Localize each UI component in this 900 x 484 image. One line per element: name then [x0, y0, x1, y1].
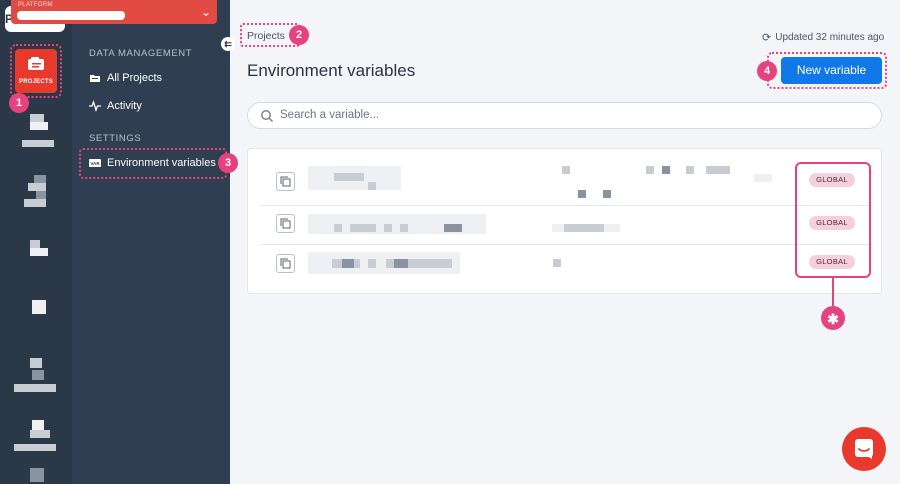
scope-badge-global: GLOBAL — [809, 255, 855, 269]
copy-icon[interactable] — [276, 214, 295, 233]
activity-icon — [89, 100, 101, 112]
projects-highlight: PROJECTS — [10, 44, 62, 98]
sidebar-item-label: All Projects — [107, 72, 163, 84]
callout-badge-2: 2 — [289, 25, 309, 45]
last-updated-text: Updated 32 minutes ago — [775, 32, 885, 43]
chat-support-button[interactable] — [842, 427, 886, 471]
svg-text:VAR: VAR — [90, 161, 100, 166]
rail-item-projects[interactable]: PROJECTS — [15, 49, 57, 93]
var-icon: VAR — [89, 159, 101, 167]
product-rail: PRODUCT PROJECTS 1 — [0, 0, 72, 484]
copy-icon[interactable] — [276, 254, 295, 273]
callout-badge-3: 3 — [218, 153, 238, 173]
rail-projects-label: PROJECTS — [19, 79, 53, 85]
search-icon — [261, 110, 274, 123]
scope-badge-global: GLOBAL — [809, 173, 855, 187]
callout-badge-4: 4 — [757, 61, 777, 81]
search-placeholder: Search a variable... — [280, 109, 380, 121]
platform-value-field — [17, 11, 125, 20]
new-variable-button[interactable]: New variable — [781, 57, 882, 84]
page-title: Environment variables — [247, 61, 416, 80]
callout-badge-star: ✱ — [821, 306, 845, 330]
sidebar-item-all-projects[interactable]: All Projects — [89, 68, 162, 88]
projects-icon — [28, 57, 44, 70]
collapse-sidebar-icon[interactable]: ⇇ — [221, 37, 235, 51]
sidebar-item-label: Environment variables — [107, 157, 216, 169]
search-input[interactable]: Search a variable... — [247, 102, 882, 129]
sidebar-item-activity[interactable]: Activity — [89, 96, 142, 116]
chevron-down-icon: ⌄ — [201, 5, 212, 19]
platform-selector[interactable]: PLATFORM ⌄ — [11, 0, 217, 24]
sidebar-item-environment-variables[interactable]: VAR Environment variables — [89, 153, 216, 173]
sidebar-item-label: Activity — [107, 100, 142, 112]
copy-icon[interactable] — [276, 172, 295, 191]
section-heading-data-management: DATA MANAGEMENT — [89, 48, 193, 59]
platform-label: PLATFORM — [18, 2, 53, 8]
callout-badge-1: 1 — [9, 93, 29, 113]
refresh-icon[interactable]: ⟳ — [762, 31, 771, 44]
folder-icon — [90, 75, 100, 82]
callout-connector — [832, 278, 834, 308]
scope-badge-global: GLOBAL — [809, 216, 855, 230]
last-updated: ⟳ Updated 32 minutes ago — [762, 31, 884, 44]
section-heading-settings: SETTINGS — [89, 133, 142, 144]
breadcrumb-projects[interactable]: Projects — [247, 30, 285, 42]
chat-icon — [855, 439, 873, 459]
